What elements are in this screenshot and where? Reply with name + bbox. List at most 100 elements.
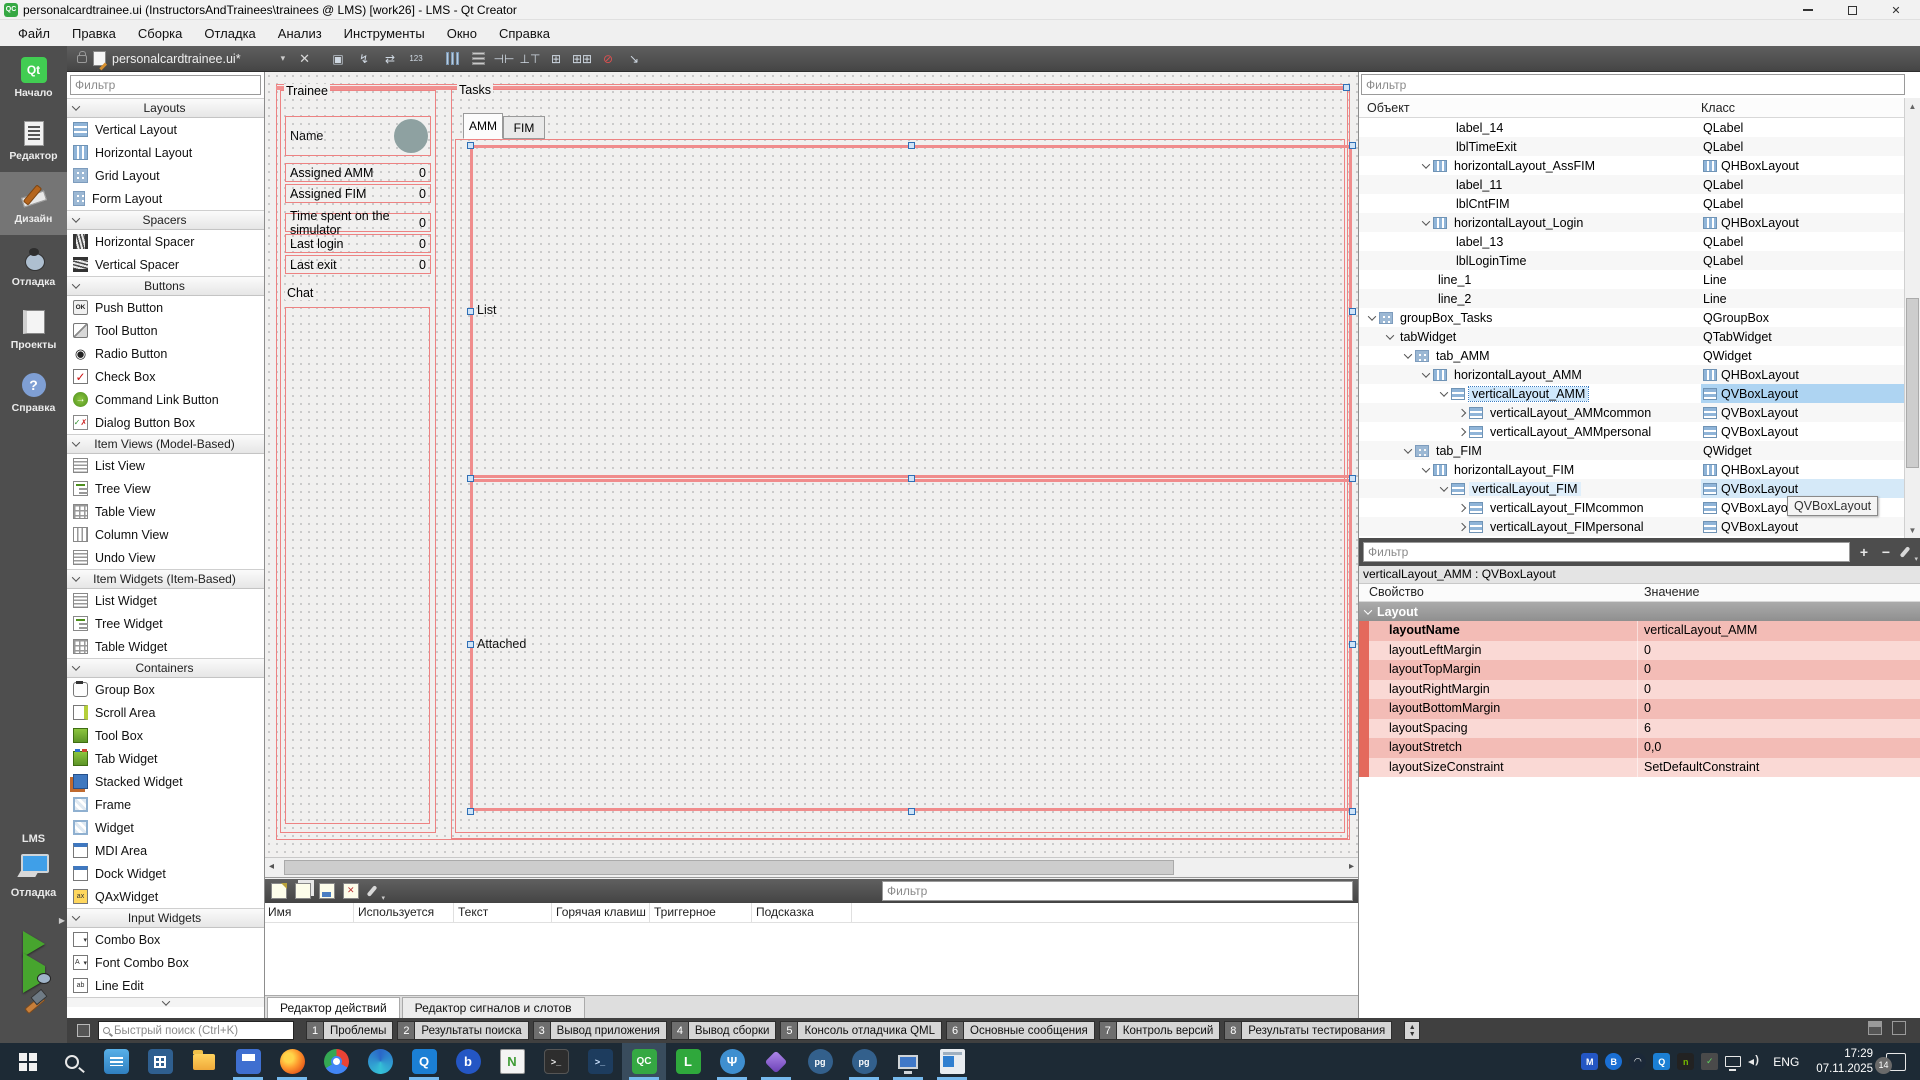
mail-icon[interactable]: M bbox=[1581, 1053, 1598, 1070]
locator-search[interactable]: Быстрый поиск (Ctrl+K) bbox=[98, 1021, 294, 1040]
widget-item-Table View[interactable]: Table View bbox=[67, 500, 264, 523]
start-icon[interactable] bbox=[6, 1043, 50, 1080]
expander-icon[interactable] bbox=[1440, 388, 1448, 396]
widget-item-Line Edit[interactable]: abLine Edit bbox=[67, 974, 264, 997]
trainee-field-Last exit[interactable]: Last exit0 bbox=[285, 255, 431, 274]
build-button[interactable] bbox=[21, 989, 47, 1015]
mode-Проекты[interactable]: Проекты bbox=[0, 298, 67, 361]
expander-icon[interactable] bbox=[1440, 483, 1448, 491]
expander-icon[interactable] bbox=[1422, 217, 1430, 225]
widget-item-Dialog Button Box[interactable]: ✓✗Dialog Button Box bbox=[67, 411, 264, 434]
edit-tab-order-icon[interactable]: 123 bbox=[406, 50, 426, 68]
inspector-scrollbar[interactable]: ▲ ▼ bbox=[1904, 98, 1920, 538]
menu-item-Инструменты[interactable]: Инструменты bbox=[334, 23, 435, 44]
layout-vertical-icon[interactable] bbox=[468, 50, 488, 68]
output-pane-Контроль версий[interactable]: 7Контроль версий bbox=[1099, 1021, 1221, 1040]
widget-item-Radio Button[interactable]: ◉Radio Button bbox=[67, 342, 264, 365]
new-action-icon[interactable] bbox=[271, 883, 287, 899]
open-document-name[interactable]: personalcardtrainee.ui* bbox=[112, 52, 241, 66]
widget-item-Tool Button[interactable]: Tool Button bbox=[67, 319, 264, 342]
property-row-layoutSpacing[interactable]: layoutSpacing6 bbox=[1359, 719, 1920, 739]
configure-actions-icon[interactable] bbox=[367, 883, 383, 899]
tab-AMM[interactable]: AMM bbox=[463, 113, 503, 139]
widget-item-Combo Box[interactable]: Combo Box bbox=[67, 928, 264, 951]
tree-row-label_13[interactable]: label_13QLabel bbox=[1359, 232, 1905, 251]
nvidia-icon[interactable]: n bbox=[1677, 1053, 1694, 1070]
defender-icon[interactable]: ✓ bbox=[1701, 1053, 1718, 1070]
kit-arrow-icon[interactable]: ▶ bbox=[59, 916, 65, 925]
the-bat-mail-icon[interactable]: b bbox=[446, 1043, 490, 1080]
widget-item-QAxWidget[interactable]: axQAxWidget bbox=[67, 885, 264, 908]
property-row-layoutSizeConstraint[interactable]: layoutSizeConstraintSetDefaultConstraint bbox=[1359, 758, 1920, 778]
selection-handle[interactable] bbox=[908, 808, 915, 815]
q-tray-icon[interactable]: Q bbox=[1653, 1053, 1670, 1070]
expander-icon[interactable] bbox=[1404, 350, 1412, 358]
tree-row-verticalLayout_AMMcommon[interactable]: verticalLayout_AMMcommonQVBoxLayout bbox=[1359, 403, 1905, 422]
widget-item-Tab Widget[interactable]: Tab Widget bbox=[67, 747, 264, 770]
tree-row-verticalLayout_AMMpersonal[interactable]: verticalLayout_AMMpersonalQVBoxLayout bbox=[1359, 422, 1905, 441]
widget-category-Input Widgets[interactable]: Input Widgets bbox=[67, 908, 264, 928]
chrome-icon[interactable] bbox=[314, 1043, 358, 1080]
tree-row-horizontalLayout_AssFIM[interactable]: horizontalLayout_AssFIMQHBoxLayout bbox=[1359, 156, 1905, 175]
network-icon[interactable] bbox=[1725, 1056, 1741, 1067]
widget-item-Tree View[interactable]: Tree View bbox=[67, 477, 264, 500]
edit-action-icon[interactable] bbox=[319, 883, 335, 899]
expander-icon[interactable] bbox=[1386, 331, 1394, 339]
widget-category-Spacers[interactable]: Spacers bbox=[67, 210, 264, 230]
widget-item-Vertical Layout[interactable]: Vertical Layout bbox=[67, 118, 264, 141]
menu-item-Анализ[interactable]: Анализ bbox=[268, 23, 332, 44]
remove-property-icon[interactable]: − bbox=[1878, 544, 1894, 560]
widget-item-Frame[interactable]: Frame bbox=[67, 793, 264, 816]
trainee-name-box[interactable]: Name bbox=[285, 116, 431, 156]
widget-item-Horizontal Spacer[interactable]: Horizontal Spacer bbox=[67, 230, 264, 253]
menu-item-Файл[interactable]: Файл bbox=[8, 23, 60, 44]
expander-icon[interactable] bbox=[1422, 369, 1430, 377]
edge-icon[interactable] bbox=[358, 1043, 402, 1080]
widget-item-Command Link Button[interactable]: →Command Link Button bbox=[67, 388, 264, 411]
property-row-layoutLeftMargin[interactable]: layoutLeftMargin0 bbox=[1359, 641, 1920, 661]
widget-item-Table Widget[interactable]: Table Widget bbox=[67, 635, 264, 658]
cmd-icon[interactable]: >_ bbox=[534, 1043, 578, 1080]
widget-item-Scroll Area[interactable]: Scroll Area bbox=[67, 701, 264, 724]
widget-category-Item Views (Model-Based)[interactable]: Item Views (Model-Based) bbox=[67, 434, 264, 454]
canvas-h-scrollbar[interactable]: ◂ ▸ bbox=[265, 857, 1358, 878]
split-view-icon[interactable] bbox=[1868, 1021, 1882, 1035]
action-filter-input[interactable] bbox=[882, 881, 1353, 901]
widget-item-List View[interactable]: List View bbox=[67, 454, 264, 477]
tree-row-line_2[interactable]: line_2Line bbox=[1359, 289, 1905, 308]
selection-handle[interactable] bbox=[1349, 641, 1356, 648]
tab-Редактор сигналов и слотов[interactable]: Редактор сигналов и слотов bbox=[402, 997, 585, 1018]
output-pane-Результаты тестирования[interactable]: 8Результаты тестирования bbox=[1224, 1021, 1392, 1040]
expander-icon[interactable] bbox=[1458, 503, 1466, 511]
close-button[interactable]: ✕ bbox=[1874, 0, 1918, 20]
scroll-right-icon[interactable]: ▸ bbox=[1349, 861, 1354, 872]
widget-item-Tree Widget[interactable]: Tree Widget bbox=[67, 612, 264, 635]
tree-row-tab_AMM[interactable]: tab_AMMQWidget bbox=[1359, 346, 1905, 365]
edit-widgets-icon[interactable]: ▣ bbox=[328, 50, 348, 68]
system-info-icon[interactable] bbox=[94, 1043, 138, 1080]
tree-row-horizontalLayout_AMM[interactable]: horizontalLayout_AMMQHBoxLayout bbox=[1359, 365, 1905, 384]
property-row-layoutName[interactable]: layoutNameverticalLayout_AMM bbox=[1359, 621, 1920, 641]
expander-icon[interactable] bbox=[1458, 522, 1466, 530]
trainee-field-Time spent on the simulator[interactable]: Time spent on the simulator0 bbox=[285, 213, 431, 232]
output-pane-Вывод сборки[interactable]: 4Вывод сборки bbox=[671, 1021, 777, 1040]
layout-property-group[interactable]: Layout bbox=[1359, 602, 1920, 621]
selection-handle[interactable] bbox=[467, 641, 474, 648]
lms-app-icon[interactable]: L bbox=[666, 1043, 710, 1080]
layout-grid-icon[interactable]: ⊞⊞ bbox=[572, 50, 592, 68]
trainee-field-Last login[interactable]: Last login0 bbox=[285, 234, 431, 253]
file-explorer-icon[interactable] bbox=[182, 1043, 226, 1080]
widget-item-Font Combo Box[interactable]: AFont Combo Box bbox=[67, 951, 264, 974]
selection-handle[interactable] bbox=[467, 308, 474, 315]
widget-item-Group Box[interactable]: Group Box bbox=[67, 678, 264, 701]
language-indicator[interactable]: ENG bbox=[1773, 1055, 1799, 1069]
notepad-plus-icon[interactable]: N bbox=[490, 1043, 534, 1080]
selection-handle[interactable] bbox=[908, 142, 915, 149]
search-icon[interactable] bbox=[50, 1043, 94, 1080]
menu-item-Справка[interactable]: Справка bbox=[489, 23, 560, 44]
add-property-icon[interactable]: + bbox=[1856, 544, 1872, 560]
chat-box[interactable] bbox=[285, 307, 430, 824]
menu-item-Правка[interactable]: Правка bbox=[62, 23, 126, 44]
mode-Дизайн[interactable]: Дизайн bbox=[0, 172, 67, 235]
expander-icon[interactable] bbox=[1422, 160, 1430, 168]
